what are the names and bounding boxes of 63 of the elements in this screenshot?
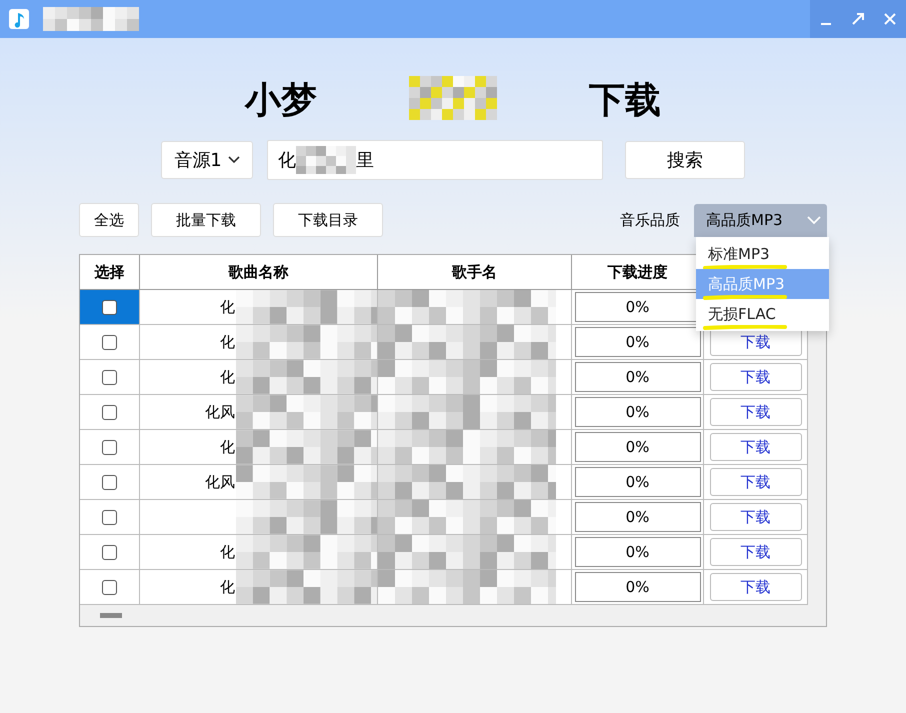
table-cell-text: 化 [219, 578, 236, 596]
checkbox[interactable] [102, 404, 117, 420]
download-button[interactable]: 下载 [710, 433, 802, 461]
app-title: 下载 [589, 78, 661, 120]
search-button[interactable]: 搜索 [625, 141, 745, 179]
table-cell-text: 化 [219, 542, 236, 562]
download-button[interactable]: 下载 [710, 363, 802, 391]
quality-label: 音乐品质 [620, 210, 680, 230]
table-cell-text: 化 [219, 298, 236, 316]
table-cell[interactable] [80, 570, 140, 605]
toolbar-button[interactable]: 全选 [79, 203, 139, 237]
table-cell-text: 化 [219, 368, 236, 386]
checkbox[interactable] [102, 510, 117, 524]
download-button[interactable]: 下载 [710, 398, 802, 426]
checkbox[interactable] [102, 544, 117, 560]
progress-field: 0% [574, 572, 700, 602]
progress-field: 0% [574, 362, 700, 392]
table-cell[interactable] [80, 395, 140, 430]
checkbox[interactable] [102, 300, 117, 314]
chevron-down-icon [807, 216, 821, 224]
download-button[interactable]: 下载 [710, 503, 802, 531]
checkbox[interactable] [102, 370, 117, 384]
music-note-icon [9, 9, 29, 29]
toolbar-button[interactable]: 批量下载 [151, 203, 261, 237]
column-header: 歌曲名称 [140, 255, 378, 290]
chevron-down-icon [228, 156, 240, 164]
dropdown-option[interactable]: 标准MP3 [708, 244, 770, 264]
app-title: 小梦 [245, 78, 317, 120]
checkbox[interactable] [102, 474, 117, 490]
checkbox[interactable] [102, 580, 117, 594]
progress-field: 0% [574, 537, 700, 567]
progress-field: 0% [574, 502, 700, 532]
progress-field: 0% [574, 467, 700, 497]
progress-field: 0% [574, 432, 700, 462]
toolbar-button[interactable]: 下载目录 [273, 203, 383, 237]
table-cell[interactable] [80, 430, 140, 465]
progress-field: 0% [574, 397, 700, 427]
close-icon[interactable] [882, 11, 898, 27]
scrollbar-thumb[interactable] [100, 613, 122, 618]
download-button[interactable]: 下载 [710, 468, 802, 496]
table-cell-text: 化风 [204, 402, 236, 422]
table-cell-text: 化 [219, 332, 236, 352]
table-cell-text: 化风 [204, 472, 236, 492]
checkbox[interactable] [102, 334, 117, 350]
table-cell[interactable] [80, 465, 140, 500]
source-select[interactable]: 音源1 [161, 141, 253, 179]
dropdown-option[interactable]: 无损FLAC [708, 304, 776, 324]
column-header: 选择 [80, 255, 140, 290]
search-field[interactable]: 化 里 [267, 140, 603, 180]
checkbox[interactable] [102, 440, 117, 454]
table-cell[interactable] [80, 290, 140, 325]
table-cell[interactable] [80, 535, 140, 570]
table-cell[interactable] [80, 325, 140, 360]
download-button[interactable]: 下载 [710, 538, 802, 566]
maximize-icon[interactable] [850, 11, 866, 27]
quality-select[interactable]: 高品质MP3 [694, 204, 827, 236]
mosaic-drawing [296, 146, 356, 174]
table-cell[interactable] [80, 360, 140, 395]
table-cell-text: 化 [219, 438, 236, 456]
download-button[interactable]: 下载 [710, 573, 802, 601]
progress-field: 0% [574, 327, 700, 357]
column-header: 歌手名 [378, 255, 572, 290]
table-cell[interactable] [80, 500, 140, 535]
